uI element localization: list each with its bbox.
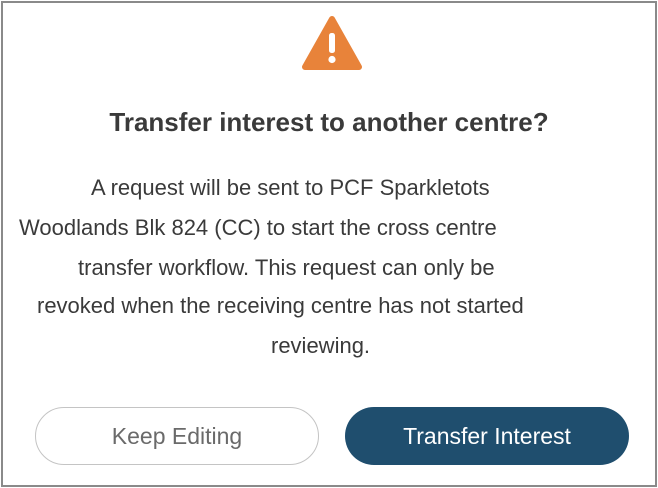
transfer-interest-button[interactable]: Transfer Interest [345,407,629,465]
confirm-transfer-dialog: Transfer interest to another centre? A r… [1,1,657,487]
message-line-2: Woodlands Blk 824 (CC) to start the cros… [19,215,497,240]
message-line-4: revoked when the receiving centre has no… [37,293,524,318]
keep-editing-button[interactable]: Keep Editing [35,407,319,465]
warning-triangle-icon [301,15,363,71]
message-line-3: transfer workflow. This request can only… [78,255,495,280]
dialog-title: Transfer interest to another centre? [109,107,549,137]
message-line-5: reviewing. [271,333,371,358]
message-line-1: A request will be sent to PCF Sparkletot… [91,175,490,200]
